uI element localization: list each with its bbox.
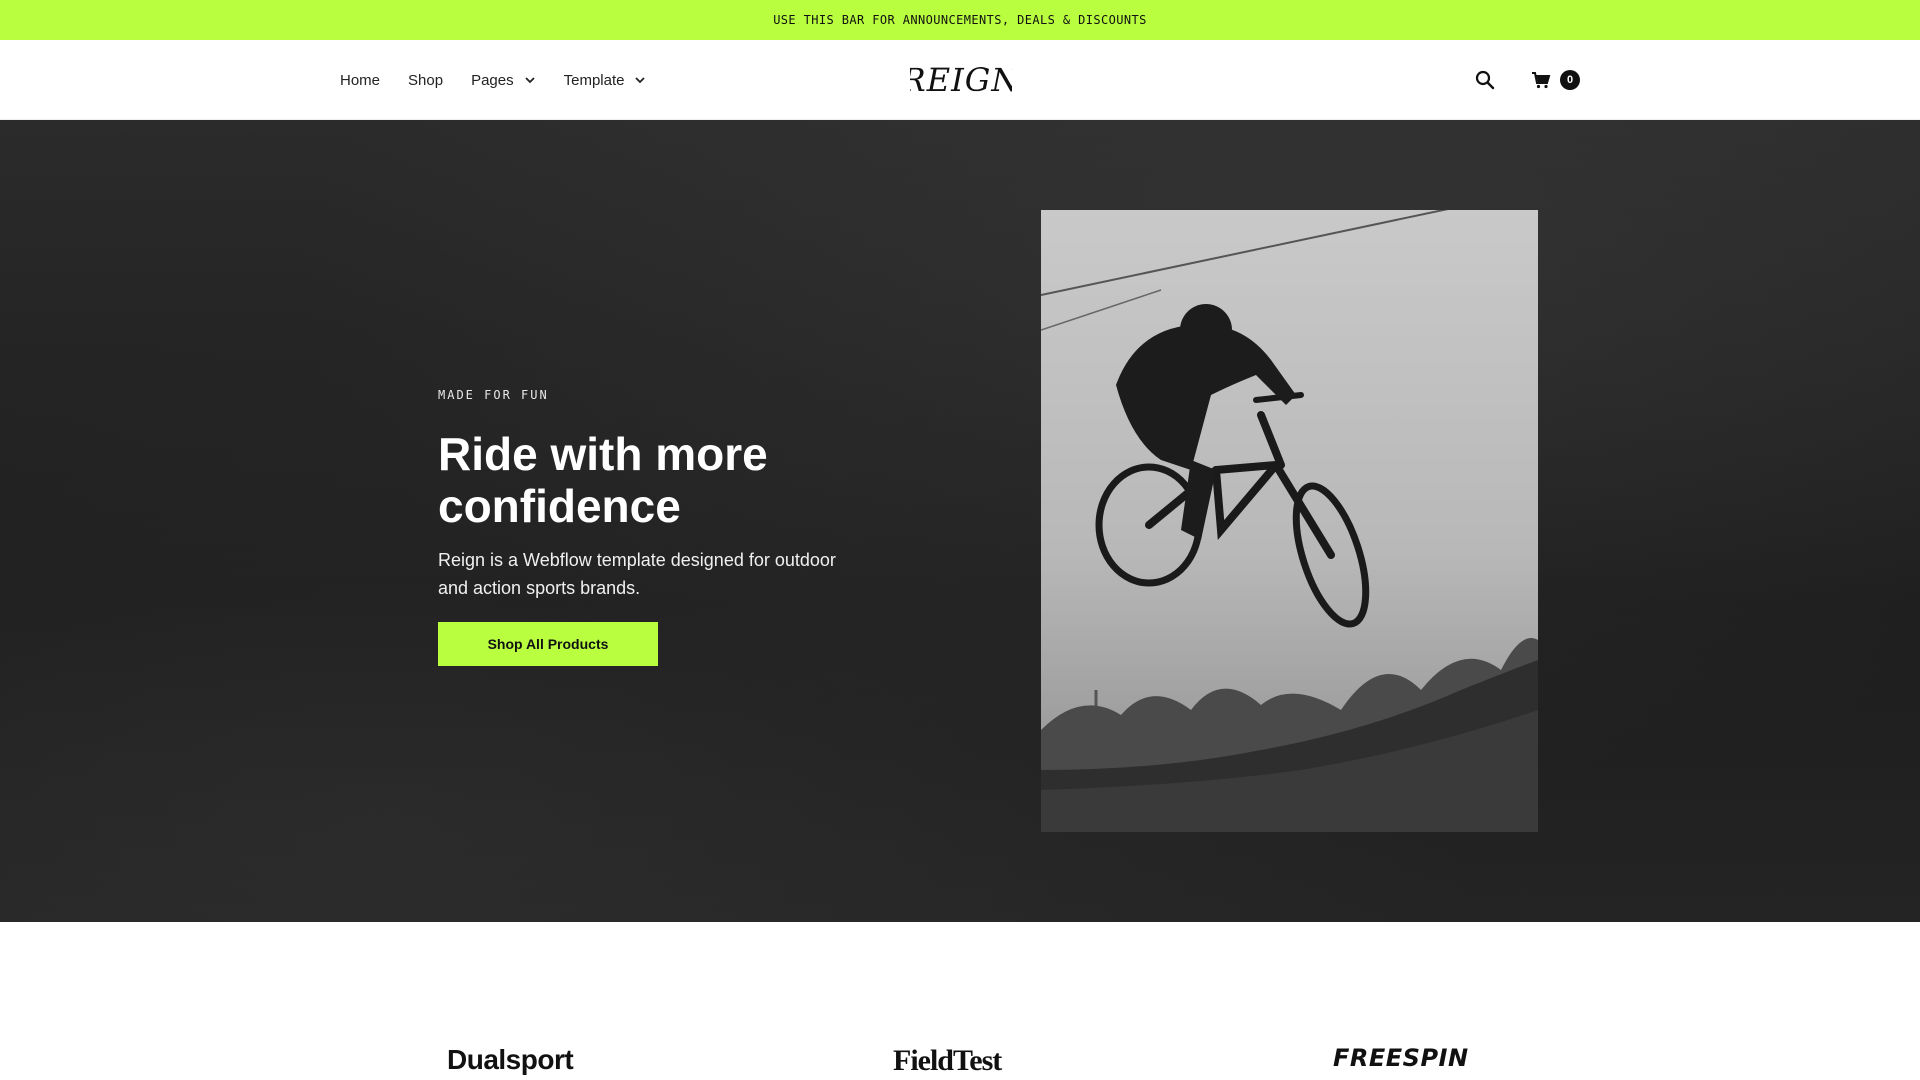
cart-icon [1530, 69, 1552, 91]
nav-shop[interactable]: Shop [408, 72, 443, 89]
hero-section: MADE FOR FUN Ride with more confidence R… [0, 120, 1920, 922]
nav-home-label: Home [340, 71, 381, 89]
logo-text: REIGN [910, 61, 1012, 99]
hero-eyebrow: MADE FOR FUN [438, 388, 549, 402]
site-logo[interactable]: REIGN [910, 56, 1012, 104]
header-actions: 0 [1474, 40, 1580, 120]
cart-count-badge: 0 [1560, 70, 1580, 90]
search-icon[interactable] [1474, 69, 1496, 91]
cart-button[interactable]: 0 [1530, 69, 1580, 91]
shop-all-products-button[interactable]: Shop All Products [438, 622, 658, 666]
hero-bike-image [1041, 210, 1538, 832]
brand-logos-strip: Dualsport FieldTest FREESPIN [0, 1022, 1920, 1080]
nav-template-dropdown[interactable]: Template [564, 72, 647, 89]
nav-pages-dropdown[interactable]: Pages [471, 72, 536, 89]
nav-shop-label: Shop [408, 71, 444, 89]
bike-rider-illustration [1041, 210, 1538, 832]
announcement-text: USE THIS BAR FOR ANNOUNCEMENTS, DEALS & … [773, 13, 1147, 27]
site-header: Home Shop Pages Template REIGN 0 [0, 40, 1920, 120]
brand-logo-dualsport: Dualsport [447, 1044, 574, 1075]
chevron-down-icon [635, 77, 646, 84]
nav-template-label: Template [563, 71, 625, 89]
chevron-down-icon [524, 77, 535, 84]
nav-pages-label: Pages [471, 71, 514, 89]
brand-logo-fieldtest: FieldTest [893, 1044, 1002, 1077]
hero-description: Reign is a Webflow template designed for… [438, 550, 836, 598]
announcement-bar: USE THIS BAR FOR ANNOUNCEMENTS, DEALS & … [0, 0, 1920, 40]
hero-text: MADE FOR FUN Ride with more confidence R… [438, 388, 858, 666]
reign-logo: REIGN [910, 61, 1012, 99]
hero-title: Ride with more confidence [438, 428, 768, 532]
nav-home[interactable]: Home [340, 72, 380, 89]
brand-logo-freespin: FREESPIN [1333, 1044, 1469, 1072]
main-nav: Home Shop Pages Template [340, 40, 646, 120]
